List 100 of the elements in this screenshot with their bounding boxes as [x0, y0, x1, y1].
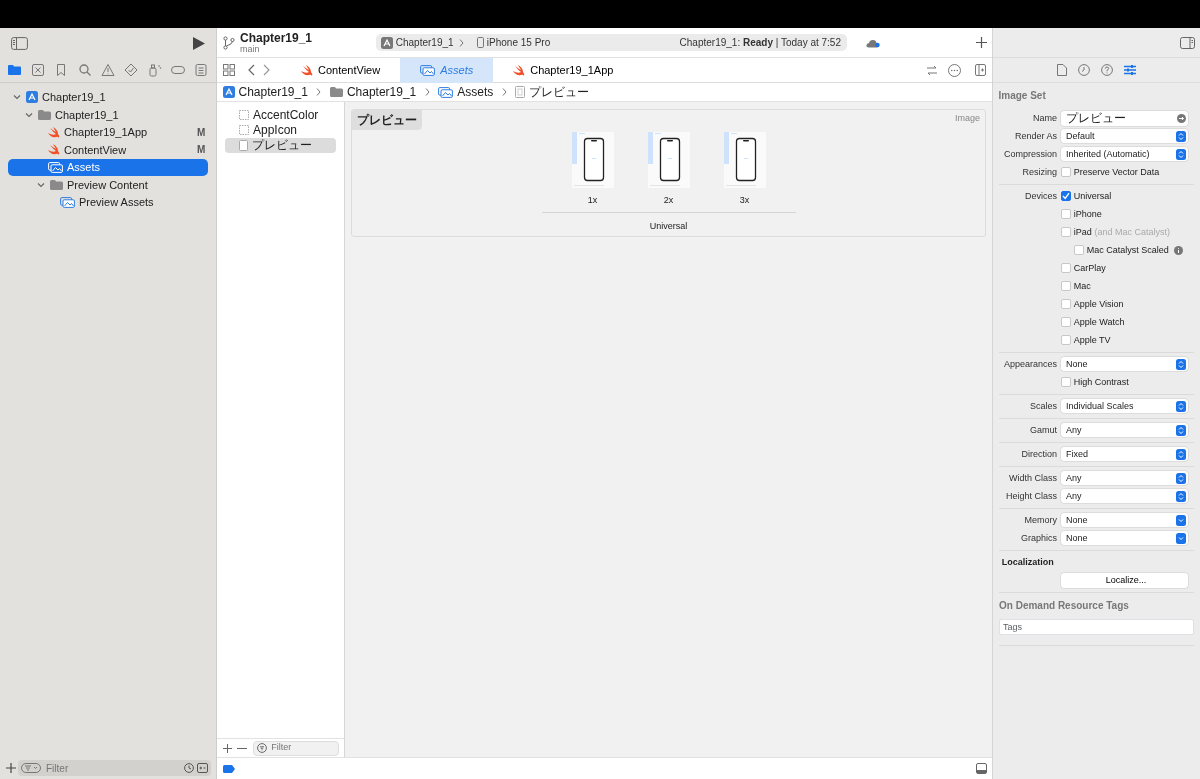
- breadcrumb-item[interactable]: Assets: [438, 83, 494, 101]
- checkbox[interactable]: [1061, 335, 1071, 346]
- forward-icon[interactable]: [263, 64, 271, 76]
- diamond-check-icon[interactable]: [124, 63, 139, 77]
- checkbox-label: iPhone: [1073, 207, 1102, 221]
- section-title: On Demand Resource Tags: [999, 599, 1130, 614]
- section-title: Image Set: [997, 88, 1047, 103]
- tags-field[interactable]: Tags: [999, 619, 1194, 636]
- capsule-icon[interactable]: [171, 63, 186, 77]
- checkbox-label: Mac: [1073, 279, 1091, 293]
- popup-button[interactable]: Individual Scales: [1061, 399, 1188, 414]
- asset-item[interactable]: プレビュー: [225, 137, 336, 153]
- image-stack-icon: [420, 64, 436, 76]
- checkbox[interactable]: [1074, 245, 1084, 256]
- checkbox-label: Apple TV: [1073, 333, 1111, 347]
- add-icon[interactable]: [5, 763, 16, 773]
- field-label: Graphics: [1020, 531, 1058, 545]
- filter-field[interactable]: Filter: [18, 760, 211, 776]
- breadcrumb-item[interactable]: Chapter19_1: [222, 83, 308, 101]
- popup-button[interactable]: Any: [1061, 471, 1188, 486]
- field-label: Resizing: [1021, 165, 1058, 179]
- play-icon[interactable]: [193, 36, 205, 50]
- popup-button[interactable]: None: [1061, 357, 1188, 372]
- up-down-arrows-icon: [1176, 130, 1186, 142]
- spray-can-icon[interactable]: [147, 63, 162, 77]
- add-icon[interactable]: [222, 743, 232, 753]
- checkbox[interactable]: [1061, 281, 1071, 292]
- swift-icon: [301, 64, 313, 76]
- help-icon[interactable]: [1101, 64, 1113, 76]
- breadcrumb-item[interactable]: Chapter19_1: [329, 83, 417, 101]
- field-label: Render As: [1013, 129, 1058, 143]
- checkbox[interactable]: [1061, 263, 1071, 274]
- file-icon[interactable]: [1057, 64, 1067, 76]
- app-icon: [26, 91, 38, 104]
- tree-item[interactable]: ContentView M: [8, 141, 208, 159]
- tree-item[interactable]: Chapter19_1App M: [8, 123, 208, 141]
- tag-icon[interactable]: [222, 764, 235, 773]
- checkbox[interactable]: [1061, 191, 1071, 202]
- asset-item[interactable]: AppIcon: [225, 122, 336, 138]
- checkbox[interactable]: [1061, 299, 1071, 310]
- tree-item[interactable]: Preview Assets: [8, 193, 208, 211]
- popup-button[interactable]: Any: [1061, 423, 1188, 438]
- swap-arrows-icon[interactable]: [926, 64, 938, 76]
- field-label: Memory: [1023, 513, 1058, 527]
- sliders-icon[interactable]: [1124, 64, 1136, 76]
- field-label: Scales: [1029, 399, 1058, 413]
- popup-button[interactable]: None: [1061, 513, 1188, 528]
- filter-field[interactable]: Filter: [44, 759, 181, 777]
- checkbox[interactable]: [1061, 227, 1071, 238]
- editor-tab[interactable]: Chapter19_1App: [493, 57, 634, 83]
- branch-icon: [222, 35, 235, 50]
- popup-button[interactable]: Inherited (Automatic): [1061, 147, 1188, 162]
- filter-icon: [256, 743, 267, 753]
- grid-icon[interactable]: [223, 64, 235, 76]
- bottom-panel-icon[interactable]: [975, 763, 987, 774]
- up-down-arrows-icon: [1176, 148, 1186, 160]
- localize-button[interactable]: Localize...: [1061, 573, 1188, 589]
- up-down-arrows-icon: [1176, 472, 1186, 484]
- asset-item[interactable]: AccentColor: [225, 107, 336, 123]
- scheme-name[interactable]: Chapter19_1: [395, 35, 454, 50]
- popup-button[interactable]: Default: [1061, 129, 1188, 144]
- search-icon[interactable]: [77, 63, 92, 77]
- add-icon[interactable]: [975, 37, 987, 48]
- checkbox[interactable]: [1061, 317, 1071, 328]
- tree-item[interactable]: Assets: [8, 158, 208, 176]
- checkbox[interactable]: [1061, 377, 1071, 388]
- back-icon[interactable]: [247, 64, 255, 76]
- popup-button[interactable]: None: [1061, 531, 1188, 546]
- up-down-arrows-icon: [1176, 424, 1186, 436]
- image-set-type: Image: [955, 112, 980, 125]
- folder-icon: [50, 179, 63, 190]
- tree-item[interactable]: Chapter19_1: [8, 88, 208, 106]
- inspector-toggle-icon[interactable]: [1179, 36, 1195, 49]
- breadcrumb-item[interactable]: プレビュー: [515, 83, 590, 101]
- popup-button[interactable]: Fixed: [1061, 447, 1188, 462]
- checkbox-label: Apple Watch: [1073, 315, 1125, 329]
- checkbox[interactable]: [1061, 167, 1071, 178]
- tree-item[interactable]: Preview Content: [8, 176, 208, 194]
- checkbox[interactable]: [1061, 209, 1071, 220]
- add-editor-icon[interactable]: [975, 64, 986, 76]
- device-name[interactable]: iPhone 15 Pro: [486, 35, 677, 50]
- filter-field[interactable]: Filter: [269, 740, 320, 756]
- folder-icon[interactable]: [7, 63, 22, 77]
- chevron-right-icon: [501, 88, 507, 96]
- warning-icon[interactable]: [100, 63, 115, 77]
- x-square-icon[interactable]: [30, 63, 45, 77]
- history-icon[interactable]: [1078, 64, 1090, 76]
- field-label: Name: [1032, 111, 1058, 125]
- filter-field[interactable]: Filter: [252, 740, 339, 756]
- editor-tab[interactable]: ContentView: [281, 57, 401, 83]
- document-icon[interactable]: [194, 63, 209, 77]
- scale-label: 3x: [739, 194, 750, 207]
- checkbox-note: (and Mac Catalyst): [1094, 225, 1171, 239]
- tree-item[interactable]: Chapter19_1: [8, 106, 208, 124]
- name-field[interactable]: プレビュー: [1061, 110, 1188, 126]
- filter-menu-icon: [21, 763, 42, 773]
- more-icon[interactable]: [948, 63, 961, 77]
- popup-button[interactable]: Any: [1061, 489, 1188, 504]
- sidebar-toggle-icon[interactable]: [11, 36, 28, 50]
- app-icon: [222, 86, 235, 98]
